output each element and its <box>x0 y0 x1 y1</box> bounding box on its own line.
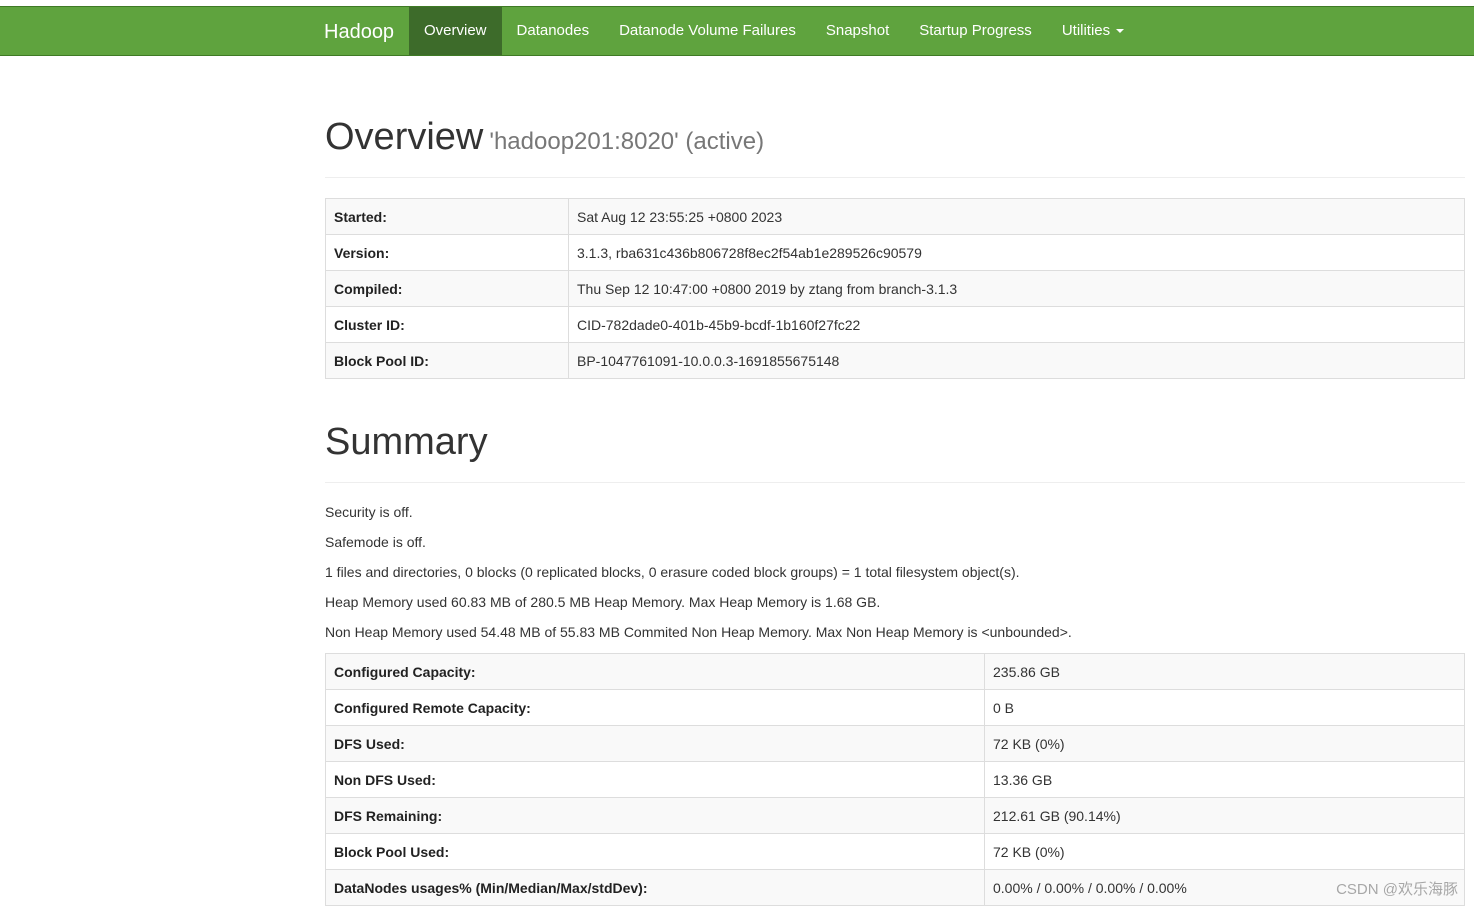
table-row: Version: 3.1.3, rba631c436b806728f8ec2f5… <box>325 234 1465 271</box>
nav-utilities-dropdown[interactable]: Utilities <box>1047 7 1139 55</box>
row-label: Block Pool Used: <box>325 833 985 870</box>
table-row: DFS Remaining: 212.61 GB (90.14%) <box>325 797 1465 834</box>
row-label: Block Pool ID: <box>325 342 569 379</box>
nav-snapshot[interactable]: Snapshot <box>811 7 904 55</box>
table-row: Block Pool Used: 72 KB (0%) <box>325 833 1465 870</box>
table-row: DataNodes usages% (Min/Median/Max/stdDev… <box>325 869 1465 906</box>
summary-header: Summary <box>325 421 1465 483</box>
nav-menu: Overview Datanodes Datanode Volume Failu… <box>409 7 1139 57</box>
table-row: Configured Remote Capacity: 0 B <box>325 689 1465 726</box>
overview-table: Started: Sat Aug 12 23:55:25 +0800 2023 … <box>325 198 1465 379</box>
watermark: CSDN @欢乐海豚 <box>1336 881 1458 898</box>
row-value: 212.61 GB (90.14%) <box>984 797 1465 834</box>
security-status: Security is off. <box>325 504 413 520</box>
safemode-status: Safemode is off. <box>325 534 426 550</box>
row-label: Cluster ID: <box>325 306 569 343</box>
row-value: 72 KB (0%) <box>984 725 1465 762</box>
row-label: Configured Remote Capacity: <box>325 689 985 726</box>
row-value: 3.1.3, rba631c436b806728f8ec2f54ab1e2895… <box>568 234 1465 271</box>
row-value: BP-1047761091-10.0.0.3-1691855675148 <box>568 342 1465 379</box>
row-label: DFS Remaining: <box>325 797 985 834</box>
row-value: 235.86 GB <box>984 653 1465 690</box>
nav-datanodes[interactable]: Datanodes <box>502 7 605 55</box>
row-value: 13.36 GB <box>984 761 1465 798</box>
row-label: DFS Used: <box>325 725 985 762</box>
summary-title: Summary <box>325 421 488 463</box>
filesystem-objects: 1 files and directories, 0 blocks (0 rep… <box>325 564 1020 580</box>
table-row: Compiled: Thu Sep 12 10:47:00 +0800 2019… <box>325 270 1465 307</box>
table-row: Cluster ID: CID-782dade0-401b-45b9-bcdf-… <box>325 306 1465 343</box>
row-label: Configured Capacity: <box>325 653 985 690</box>
nav-startup-progress[interactable]: Startup Progress <box>904 7 1047 55</box>
row-value: 72 KB (0%) <box>984 833 1465 870</box>
brand-link[interactable]: Hadoop <box>324 7 394 57</box>
table-row: Non DFS Used: 13.36 GB <box>325 761 1465 798</box>
overview-subtitle: 'hadoop201:8020' (active) <box>489 128 765 155</box>
row-value: Thu Sep 12 10:47:00 +0800 2019 by ztang … <box>568 270 1465 307</box>
table-row: Configured Capacity: 235.86 GB <box>325 653 1465 690</box>
non-heap-memory: Non Heap Memory used 54.48 MB of 55.83 M… <box>325 624 1072 640</box>
caret-down-icon <box>1116 29 1125 34</box>
nav-overview[interactable]: Overview <box>409 7 502 55</box>
row-value: 0 B <box>984 689 1465 726</box>
overview-title-text: Overview <box>325 116 484 158</box>
table-row: Started: Sat Aug 12 23:55:25 +0800 2023 <box>325 198 1465 235</box>
row-label: Version: <box>325 234 569 271</box>
summary-table: Configured Capacity: 235.86 GB Configure… <box>325 653 1465 906</box>
row-label: DataNodes usages% (Min/Median/Max/stdDev… <box>325 869 985 906</box>
nav-utilities-label: Utilities <box>1061 22 1111 39</box>
summary-status-lines: Security is off. Safemode is off. 1 file… <box>325 497 1465 647</box>
nav-datanode-volume-failures[interactable]: Datanode Volume Failures <box>604 7 811 55</box>
row-label: Compiled: <box>325 270 569 307</box>
table-row: Block Pool ID: BP-1047761091-10.0.0.3-16… <box>325 342 1465 379</box>
row-label: Started: <box>325 198 569 235</box>
row-label: Non DFS Used: <box>325 761 985 798</box>
row-value: Sat Aug 12 23:55:25 +0800 2023 <box>568 198 1465 235</box>
heap-memory: Heap Memory used 60.83 MB of 280.5 MB He… <box>325 594 881 610</box>
table-row: DFS Used: 72 KB (0%) <box>325 725 1465 762</box>
top-navbar: Hadoop Overview Datanodes Datanode Volum… <box>0 6 1474 56</box>
row-value: CID-782dade0-401b-45b9-bcdf-1b160f27fc22 <box>568 306 1465 343</box>
overview-header: Overview'hadoop201:8020' (active) <box>325 116 1465 178</box>
overview-title: Overview'hadoop201:8020' (active) <box>325 116 1465 159</box>
